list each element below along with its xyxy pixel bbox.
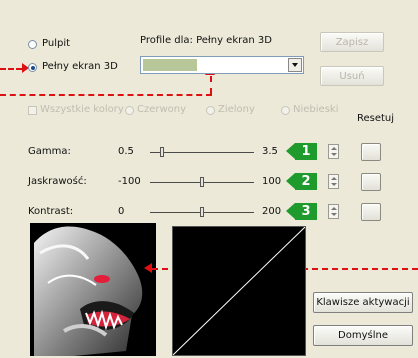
channel-green-label: Zielony (218, 104, 255, 115)
slider-thumb[interactable] (200, 177, 204, 187)
profile-dropdown-button[interactable] (288, 58, 302, 72)
badge-arrow-icon (286, 203, 295, 219)
slider-track (150, 152, 254, 153)
step-badge: 2 (295, 173, 317, 190)
save-profile-button[interactable]: Zapisz (320, 32, 384, 52)
slider-spinner[interactable] (328, 174, 339, 189)
slider-label: Gamma: (28, 146, 71, 157)
fullscreen-3d-radio-label: Pełny ekran 3D (42, 61, 118, 72)
step-badge: 3 (295, 203, 317, 220)
channel-green-radio[interactable] (206, 106, 215, 115)
channel-red-radio[interactable] (125, 106, 134, 115)
slider-min-value: 0.5 (118, 146, 134, 157)
channel-blue-label: Niebieski (293, 104, 339, 115)
chevron-down-icon (292, 63, 298, 67)
slider-label: Jaskrawość: (28, 176, 87, 187)
step-badge: 1 (295, 143, 317, 160)
slider-spinner[interactable] (328, 144, 339, 159)
annotation-arrow-left (0, 68, 22, 70)
fullscreen-3d-radio[interactable] (28, 63, 37, 72)
reset-button[interactable] (361, 203, 381, 221)
slider-max-value: 200 (262, 206, 282, 217)
hotkeys-button[interactable]: Klawisze aktywacji (313, 292, 413, 313)
slider-max-value: 3.5 (262, 146, 278, 157)
desktop-radio[interactable] (28, 40, 37, 49)
channel-blue-radio[interactable] (281, 106, 290, 115)
badge-arrow-icon (286, 143, 295, 159)
preview-image (30, 223, 156, 356)
channel-red-label: Czerwony (137, 104, 187, 115)
desktop-radio-label: Pulpit (42, 38, 71, 49)
profile-dropdown-selection (143, 59, 197, 71)
reset-button[interactable] (361, 143, 381, 161)
gamma-curve-graph (172, 226, 306, 356)
slider-thumb[interactable] (200, 207, 204, 217)
reset-heading: Resetuj (357, 113, 395, 124)
channel-all-label: Wszystkie kolory (40, 104, 124, 115)
annotation-line-bottom (0, 94, 212, 96)
badge-arrow-icon (286, 173, 295, 189)
slider-thumb[interactable] (160, 147, 165, 157)
annotation-line-up (210, 76, 212, 94)
slider-label: Kontrast: (28, 206, 74, 217)
slider-min-value: -100 (118, 176, 141, 187)
annotation-preview-arrowhead (144, 263, 152, 273)
profile-caption: Profile dla: Pełny ekran 3D (140, 35, 272, 46)
reset-button[interactable] (361, 173, 381, 191)
defaults-button[interactable]: Domyślne (313, 325, 413, 346)
profile-dropdown[interactable] (140, 56, 304, 74)
delete-profile-button[interactable]: Usuń (320, 66, 384, 86)
channel-all-checkbox[interactable] (28, 106, 37, 115)
slider-max-value: 100 (262, 176, 282, 187)
slider-spinner[interactable] (328, 204, 339, 219)
slider-min-value: 0 (118, 206, 125, 217)
